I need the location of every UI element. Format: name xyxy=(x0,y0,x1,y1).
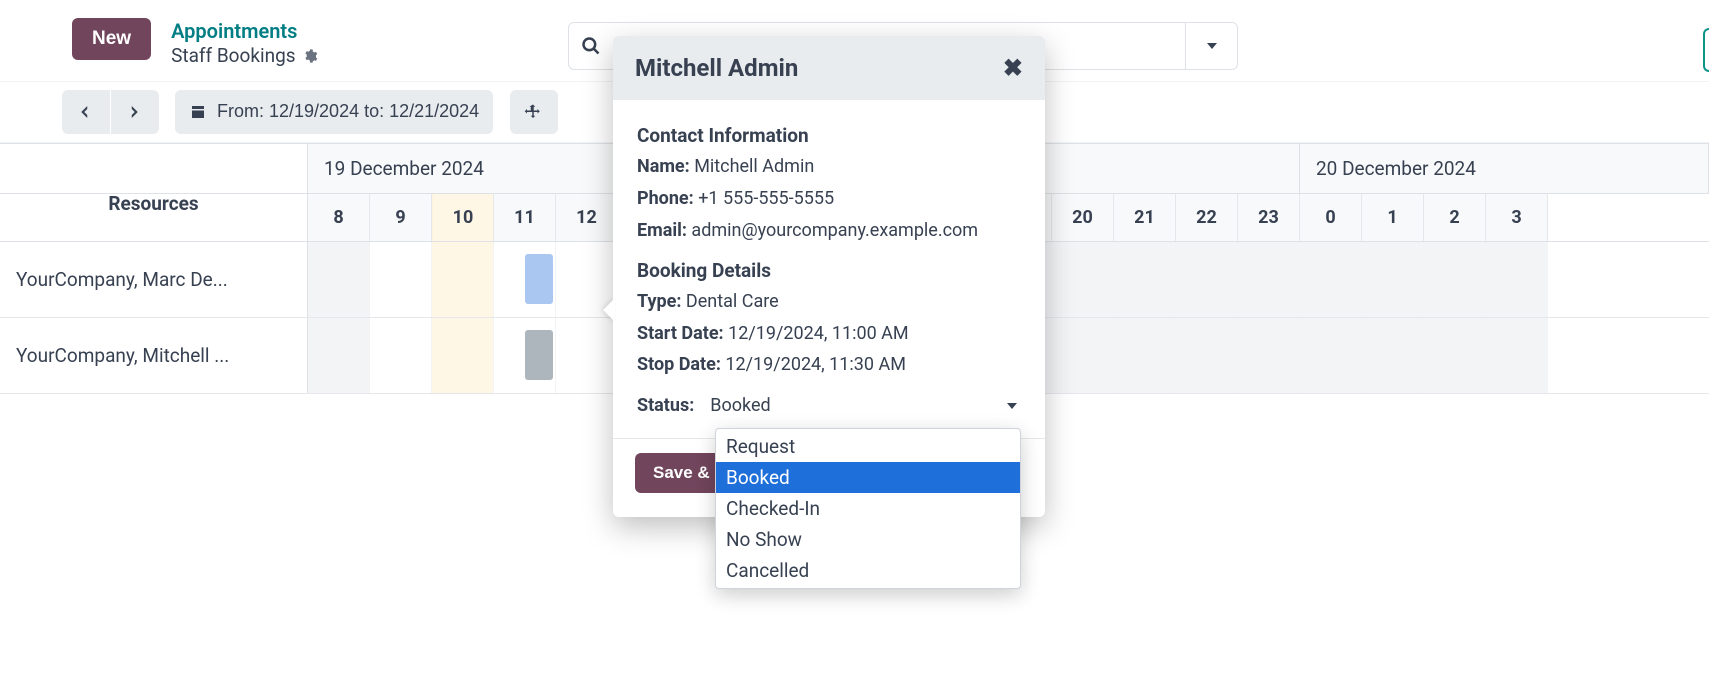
status-dropdown[interactable]: RequestBookedChecked-InNo ShowCancelled xyxy=(715,428,1021,589)
resource-label: YourCompany, Marc De... xyxy=(0,242,308,317)
new-button[interactable]: New xyxy=(72,18,151,60)
right-panel-stub[interactable] xyxy=(1703,28,1709,72)
gantt-cell[interactable] xyxy=(1362,242,1424,317)
status-option[interactable]: Cancelled xyxy=(716,555,1020,586)
gantt-cell[interactable] xyxy=(1486,242,1548,317)
status-select[interactable]: Booked xyxy=(706,393,1021,418)
booking-heading: Booking Details xyxy=(637,259,1021,282)
resources-column-header: Resources xyxy=(0,144,308,193)
resource-label: YourCompany, Mitchell ... xyxy=(0,318,308,393)
gantt-cell[interactable] xyxy=(1362,318,1424,393)
contact-email: Email: admin@yourcompany.example.com xyxy=(637,217,1021,245)
contact-heading: Contact Information xyxy=(637,124,1021,147)
date-group-2: 20 December 2024 xyxy=(1300,144,1709,193)
gantt-cell[interactable] xyxy=(1114,318,1176,393)
status-value: Booked xyxy=(710,395,770,416)
status-option[interactable]: Booked xyxy=(716,462,1020,493)
prev-button[interactable] xyxy=(62,90,110,134)
gantt-cell[interactable] xyxy=(1114,242,1176,317)
hour-cell: 2 xyxy=(1424,194,1486,241)
booking-pill[interactable] xyxy=(525,330,553,380)
gantt-cell[interactable] xyxy=(1300,242,1362,317)
hour-cell: 11 xyxy=(494,194,556,241)
status-option[interactable]: No Show xyxy=(716,524,1020,555)
breadcrumb-primary[interactable]: Appointments xyxy=(171,18,317,44)
arrow-right-icon xyxy=(125,103,143,121)
booking-pill[interactable] xyxy=(525,254,553,304)
breadcrumb-secondary-text: Staff Bookings xyxy=(171,44,295,69)
calendar-icon xyxy=(189,103,207,121)
hour-cell: 21 xyxy=(1114,194,1176,241)
hour-cell: 9 xyxy=(370,194,432,241)
gantt-cell[interactable] xyxy=(432,242,494,317)
search-icon xyxy=(581,36,601,56)
chevron-down-icon xyxy=(1207,43,1217,49)
gantt-cell[interactable] xyxy=(1424,242,1486,317)
booking-start: Start Date: 12/19/2024, 11:00 AM xyxy=(637,320,1021,348)
date-range-button[interactable]: From: 12/19/2024 to: 12/21/2024 xyxy=(175,90,493,134)
gantt-cell[interactable] xyxy=(1424,318,1486,393)
gantt-cell[interactable] xyxy=(1486,318,1548,393)
hour-cell: 8 xyxy=(308,194,370,241)
gantt-cell[interactable] xyxy=(1176,242,1238,317)
hour-cell: 23 xyxy=(1238,194,1300,241)
hour-cell: 20 xyxy=(1052,194,1114,241)
status-option[interactable]: Checked-In xyxy=(716,493,1020,524)
status-row: Status: Booked xyxy=(637,393,1021,418)
date-range-label: From: 12/19/2024 to: 12/21/2024 xyxy=(217,101,479,122)
gantt-cell[interactable] xyxy=(1176,318,1238,393)
chevron-down-icon xyxy=(1007,403,1017,409)
hour-cell: 10 xyxy=(432,194,494,241)
popover-arrow xyxy=(603,298,615,322)
hour-cell: 22 xyxy=(1176,194,1238,241)
close-icon[interactable]: ✖ xyxy=(1003,54,1023,82)
gantt-cell[interactable] xyxy=(1238,318,1300,393)
gantt-cell[interactable] xyxy=(556,318,618,393)
booking-stop: Stop Date: 12/19/2024, 11:30 AM xyxy=(637,351,1021,379)
expand-icon xyxy=(524,103,542,121)
popover-body: Contact Information Name: Mitchell Admin… xyxy=(613,100,1045,438)
booking-type: Type: Dental Care xyxy=(637,288,1021,316)
hour-cell: 0 xyxy=(1300,194,1362,241)
arrow-left-icon xyxy=(76,103,94,121)
gantt-cell[interactable] xyxy=(1052,318,1114,393)
breadcrumb-secondary: Staff Bookings xyxy=(171,44,317,69)
nav-arrows-group xyxy=(62,90,159,134)
gantt-cell[interactable] xyxy=(370,318,432,393)
status-option[interactable]: Request xyxy=(716,431,1020,462)
search-dropdown-button[interactable] xyxy=(1186,22,1238,70)
gantt-cell[interactable] xyxy=(308,242,370,317)
gantt-cell[interactable] xyxy=(370,242,432,317)
popover-title: Mitchell Admin xyxy=(635,54,798,82)
hour-cell: 1 xyxy=(1362,194,1424,241)
next-button[interactable] xyxy=(111,90,159,134)
resources-header-text: Resources xyxy=(108,192,198,215)
breadcrumb: Appointments Staff Bookings xyxy=(171,18,317,69)
popover-header: Mitchell Admin ✖ xyxy=(613,36,1045,100)
gantt-cell[interactable] xyxy=(1238,242,1300,317)
gantt-cell[interactable] xyxy=(1052,242,1114,317)
gantt-cell[interactable] xyxy=(308,318,370,393)
contact-name: Name: Mitchell Admin xyxy=(637,153,1021,181)
hour-cell: 3 xyxy=(1486,194,1548,241)
hour-cell: 12 xyxy=(556,194,618,241)
contact-phone: Phone: +1 555-555-5555 xyxy=(637,185,1021,213)
expand-button[interactable] xyxy=(510,90,558,134)
gear-icon[interactable] xyxy=(302,48,318,64)
status-label: Status: xyxy=(637,395,694,416)
gantt-cell[interactable] xyxy=(1300,318,1362,393)
gantt-cell[interactable] xyxy=(432,318,494,393)
